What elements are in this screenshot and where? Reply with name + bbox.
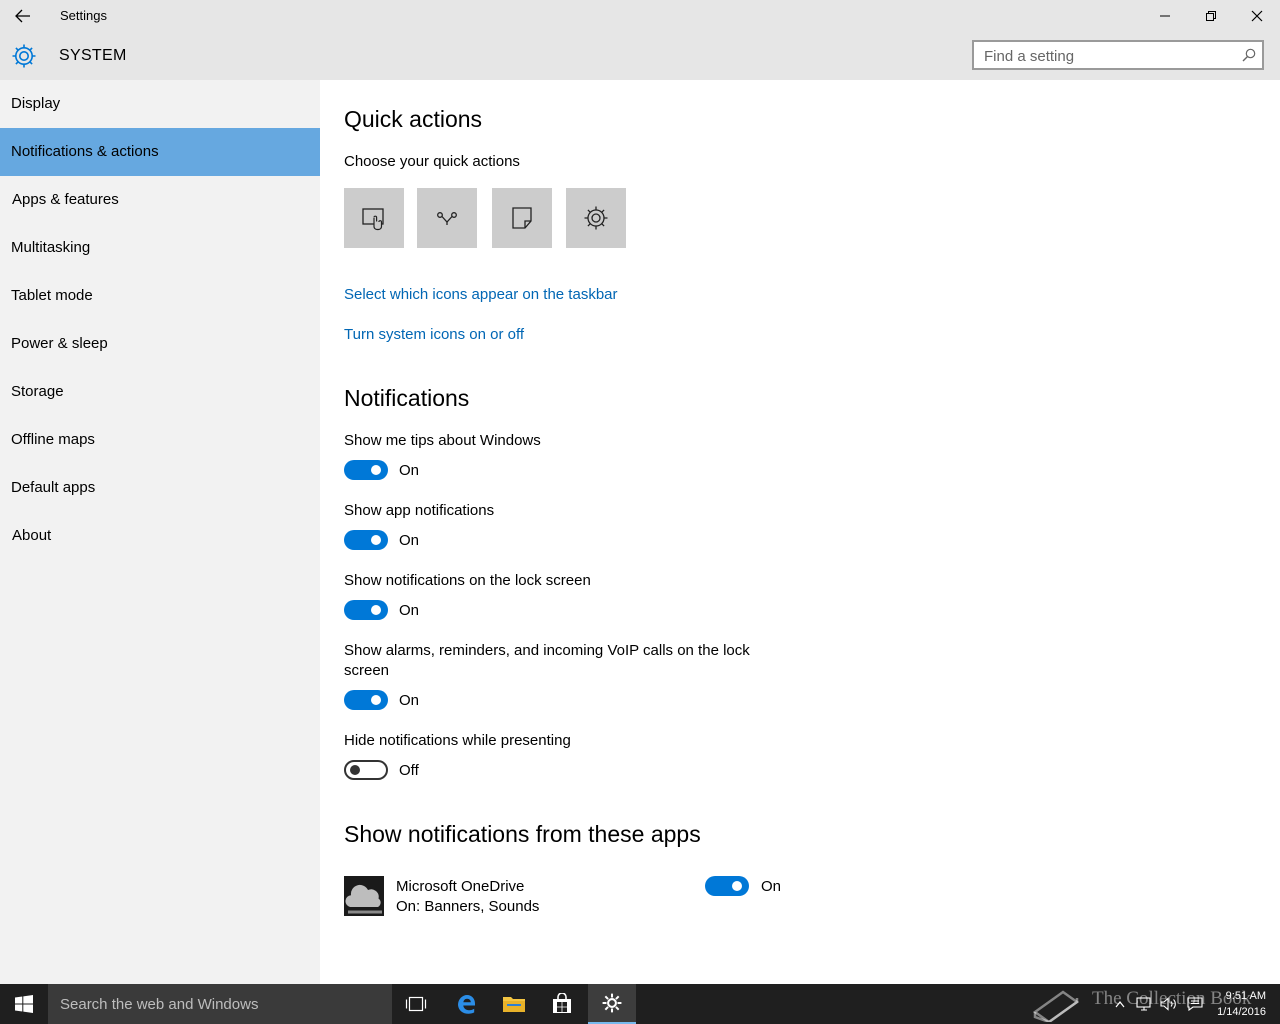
app-notifications-toggle-state: On [399, 532, 420, 549]
sidebar-item-offline-maps[interactable]: Offline maps [0, 416, 320, 464]
tips-toggle-state: On [399, 462, 420, 479]
apps-heading: Show notifications from these apps [344, 821, 701, 847]
lock-screen-toggle-state: On [399, 602, 420, 619]
file-explorer-button[interactable] [490, 984, 538, 1024]
volume-button[interactable] [1158, 984, 1180, 1024]
connect-icon [437, 212, 457, 225]
action-center-button[interactable] [1184, 984, 1206, 1024]
setting-label-lock-screen: Show notifications on the lock screen [344, 572, 591, 589]
section-title: SYSTEM [59, 47, 127, 64]
app-notifications-toggle[interactable] [344, 530, 388, 550]
tips-toggle[interactable] [344, 460, 388, 480]
settings-taskbar-button[interactable] [588, 984, 636, 1024]
sidebar-item-multitasking[interactable]: Multitasking [0, 224, 320, 272]
folder-icon [503, 997, 525, 1012]
sidebar-item-default-apps[interactable]: Default apps [0, 464, 320, 512]
minimize-button[interactable] [1142, 0, 1188, 32]
notifications-heading: Notifications [344, 385, 470, 411]
network-icon [1136, 997, 1151, 1011]
store-button[interactable] [538, 984, 586, 1024]
find-setting-search[interactable] [972, 40, 1264, 70]
setting-label-alarms-line1: Show alarms, reminders, and incoming VoI… [344, 642, 750, 659]
clock[interactable]: 9:51 AM 1/14/2016 [1217, 988, 1266, 1020]
onedrive-app-icon [344, 876, 384, 916]
app-detail: On: Banners, Sounds [396, 898, 540, 915]
edge-icon [458, 995, 475, 1014]
store-icon [553, 993, 571, 1013]
search-icon[interactable] [1242, 48, 1256, 62]
book-icon [1032, 990, 1080, 1022]
minimize-icon [1160, 15, 1170, 17]
quick-action-tile-connect[interactable] [417, 188, 477, 248]
gear-icon [12, 44, 36, 68]
note-icon [512, 207, 532, 229]
back-arrow-icon [15, 9, 30, 23]
settings-gear-icon [602, 993, 622, 1013]
alarms-toggle[interactable] [344, 690, 388, 710]
sidebar-item-notifications[interactable]: Notifications & actions [0, 128, 320, 176]
sidebar-item-display[interactable]: Display [0, 80, 320, 128]
volume-icon [1160, 997, 1176, 1011]
tablet-mode-icon [362, 208, 384, 231]
taskbar-search-box[interactable]: Search the web and Windows [48, 984, 392, 1024]
edge-button[interactable] [442, 984, 490, 1024]
sidebar-item-apps-features[interactable]: Apps & features [0, 176, 320, 224]
restore-icon [1206, 11, 1216, 21]
onedrive-toggle[interactable] [705, 876, 749, 896]
close-icon [1251, 10, 1263, 22]
setting-label-presenting: Hide notifications while presenting [344, 732, 571, 749]
book-logo [1030, 984, 1082, 1024]
setting-label-app-notifications: Show app notifications [344, 502, 495, 519]
settings-icon [584, 206, 608, 230]
restore-button[interactable] [1188, 0, 1234, 32]
action-center-icon [1187, 997, 1203, 1011]
settings-header: SYSTEM [0, 32, 1280, 80]
network-button[interactable] [1134, 984, 1154, 1024]
quick-actions-heading: Quick actions [344, 106, 483, 132]
taskbar: Search the web and Windows The Collectio… [0, 984, 1280, 1024]
title-bar: Settings [0, 0, 1280, 32]
taskbar-icons-link[interactable]: Select which icons appear on the taskbar [344, 286, 618, 303]
sidebar-item-tablet-mode[interactable]: Tablet mode [0, 272, 320, 320]
setting-label-tips: Show me tips about Windows [344, 432, 541, 449]
search-input[interactable] [974, 42, 1246, 70]
presenting-toggle[interactable] [344, 760, 388, 780]
content-pane: Quick actions Choose your quick actions [320, 80, 1280, 984]
chevron-up-icon [1115, 1001, 1125, 1008]
cloud-icon [344, 876, 384, 916]
quick-action-tile-note[interactable] [492, 188, 552, 248]
start-button[interactable] [0, 984, 48, 1024]
window-title: Settings [60, 8, 107, 23]
clock-date: 1/14/2016 [1217, 1006, 1266, 1018]
system-icons-link[interactable]: Turn system icons on or off [344, 326, 524, 343]
onedrive-toggle-state: On [761, 878, 782, 895]
presenting-toggle-state: Off [399, 762, 419, 779]
quick-action-tile-tablet-mode[interactable] [344, 188, 404, 248]
alarms-toggle-state: On [399, 692, 420, 709]
clock-time: 9:51 AM [1225, 990, 1266, 1002]
back-button[interactable] [0, 0, 46, 32]
task-view-icon [405, 996, 427, 1012]
show-hidden-icons-button[interactable] [1110, 984, 1130, 1024]
sidebar-item-storage[interactable]: Storage [0, 368, 320, 416]
sidebar-item-about[interactable]: About [0, 512, 320, 560]
windows-logo-icon [15, 995, 33, 1013]
setting-label-alarms-line2: screen [344, 662, 390, 679]
quick-actions-subheading: Choose your quick actions [344, 153, 520, 170]
close-button[interactable] [1234, 0, 1280, 32]
quick-action-tile-settings[interactable] [566, 188, 626, 248]
taskbar-search-placeholder: Search the web and Windows [60, 996, 259, 1013]
lock-screen-toggle[interactable] [344, 600, 388, 620]
task-view-button[interactable] [392, 984, 440, 1024]
sidebar-item-power-sleep[interactable]: Power & sleep [0, 320, 320, 368]
sidebar: Display Notifications & actions Apps & f… [0, 80, 320, 984]
app-name: Microsoft OneDrive [396, 878, 525, 895]
